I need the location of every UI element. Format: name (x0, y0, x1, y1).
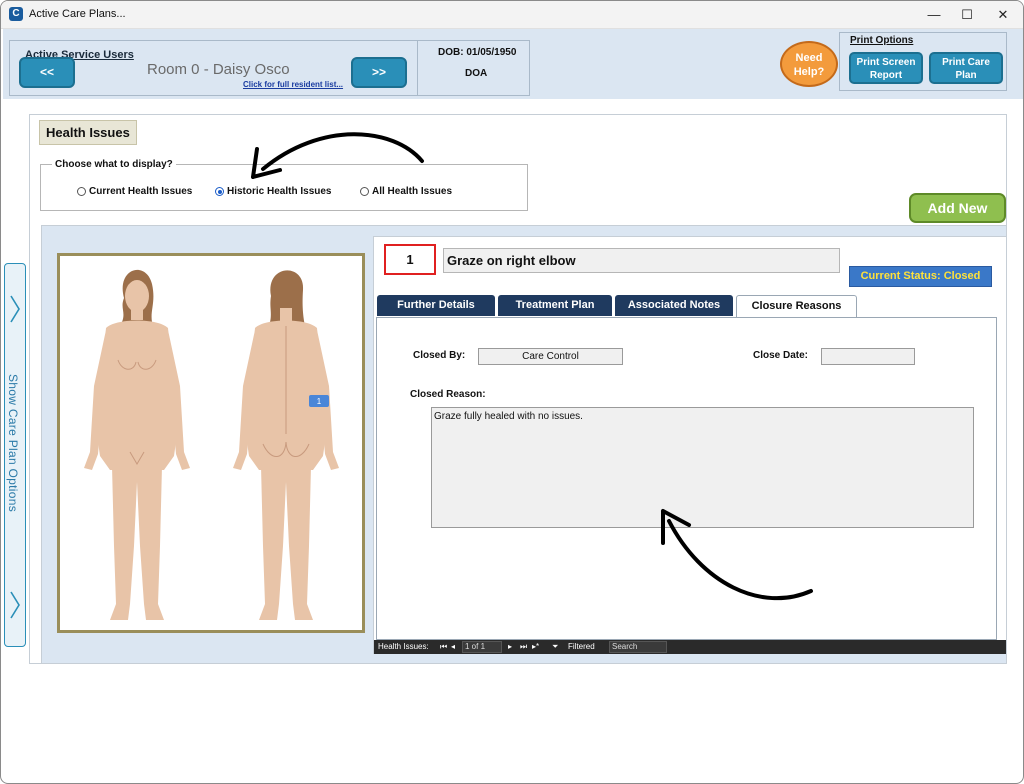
issue-marker-label: 1 (317, 397, 322, 406)
radio-current-health-issues[interactable]: Current Health Issues (77, 186, 192, 197)
closed-reason-label: Closed Reason: (410, 389, 486, 400)
closed-by-label: Closed By: (413, 350, 466, 361)
need-help-button[interactable]: Need Help? (780, 41, 838, 87)
closure-reasons-tab-content: Closed By: Care Control Close Date: Clos… (376, 317, 997, 640)
dob-panel: DOB: 01/05/1950 DOA (417, 41, 530, 95)
close-button[interactable]: ✕ (988, 5, 1018, 25)
help-line-1: Need (795, 52, 823, 64)
search-input[interactable]: Search (609, 641, 667, 653)
app-logo-icon: C (9, 7, 23, 21)
closed-reason-textarea[interactable]: Graze fully healed with no issues. (431, 407, 974, 528)
app-window: C Active Care Plans... — ☐ ✕ Active Serv… (0, 0, 1024, 784)
resident-name: Room 0 - Daisy Osco (147, 61, 290, 78)
print-options-panel: Print Options Print Screen Report Print … (839, 32, 1007, 91)
closed-by-field[interactable]: Care Control (478, 348, 623, 365)
show-care-plan-options-toggle[interactable]: Show Care Plan Options (4, 263, 26, 647)
next-record-icon[interactable]: ▸ (508, 642, 512, 651)
status-badge: Current Status: Closed (849, 266, 992, 287)
previous-resident-button[interactable]: << (19, 57, 75, 88)
record-navigation-bar: Health Issues: ⏮ ◂ 1 of 1 ▸ ⏭ ▸* ⏷ Filte… (374, 640, 1006, 654)
first-record-icon[interactable]: ⏮ (440, 642, 447, 652)
close-date-field[interactable] (821, 348, 915, 365)
filter-icon: ⏷ (552, 642, 559, 651)
chevron-right-icon (10, 591, 20, 619)
radio-label: Historic Health Issues (227, 186, 332, 197)
full-resident-list-link[interactable]: Click for full resident list... (243, 80, 343, 89)
print-care-plan-button[interactable]: Print Care Plan (929, 52, 1003, 84)
radio-button-icon (360, 187, 369, 196)
tab-further-details[interactable]: Further Details (377, 295, 495, 316)
body-map[interactable]: 1 (57, 253, 365, 633)
record-nav-label: Health Issues: (378, 642, 429, 651)
print-care-line-1: Print Care (942, 57, 990, 68)
previous-record-icon[interactable]: ◂ (451, 642, 455, 651)
maximize-button[interactable]: ☐ (952, 5, 982, 25)
tab-associated-notes[interactable]: Associated Notes (615, 295, 733, 316)
section-title: Health Issues (39, 120, 137, 145)
radio-button-icon (77, 187, 86, 196)
health-issue-content: 1 1 Graze on right elbow Current Status:… (41, 225, 1007, 664)
print-screen-line-1: Print Screen (856, 57, 916, 68)
print-care-line-2: Plan (955, 70, 977, 81)
print-screen-line-2: Report (869, 70, 903, 81)
new-record-icon[interactable]: ▸* (532, 642, 539, 651)
back-body-figure (233, 270, 339, 620)
help-line-2: Help? (793, 66, 825, 78)
close-date-label: Close Date: (753, 350, 809, 361)
record-position-field[interactable]: 1 of 1 (462, 641, 502, 653)
display-filter-label: Choose what to display? (52, 159, 176, 170)
title-bar: C Active Care Plans... — ☐ ✕ (1, 1, 1023, 29)
issue-number: 1 (384, 244, 436, 275)
radio-selected-icon (215, 187, 224, 196)
front-body-figure (84, 269, 190, 620)
radio-label: Current Health Issues (89, 186, 193, 197)
tab-closure-reasons[interactable]: Closure Reasons (736, 295, 857, 318)
issue-detail-panel: 1 Graze on right elbow Current Status: C… (373, 236, 1007, 654)
filter-status[interactable]: Filtered (568, 642, 595, 651)
doa-value: DOA (465, 68, 488, 79)
display-filter-group: Choose what to display? Current Health I… (40, 159, 528, 211)
next-resident-button[interactable]: >> (351, 57, 407, 88)
dob-value: DOB: 01/05/1950 (438, 47, 517, 58)
issue-title-field[interactable]: Graze on right elbow (443, 248, 840, 273)
add-new-button[interactable]: Add New (909, 193, 1006, 223)
last-record-icon[interactable]: ⏭ (520, 642, 527, 652)
tab-treatment-plan[interactable]: Treatment Plan (498, 295, 612, 316)
health-issues-panel: Health Issues Choose what to display? Cu… (29, 114, 1007, 664)
radio-all-health-issues[interactable]: All Health Issues (360, 186, 452, 197)
minimize-button[interactable]: — (919, 5, 949, 25)
radio-historic-health-issues[interactable]: Historic Health Issues (215, 186, 331, 197)
body-map-figures: 1 (84, 269, 339, 620)
resident-header: Active Service Users << Room 0 - Daisy O… (3, 29, 1023, 99)
active-service-users-panel: Active Service Users << Room 0 - Daisy O… (9, 40, 530, 96)
window-title: Active Care Plans... (29, 8, 126, 20)
print-options-label: Print Options (850, 35, 914, 46)
show-care-plan-options-label: Show Care Plan Options (6, 374, 20, 513)
print-screen-report-button[interactable]: Print Screen Report (849, 52, 923, 84)
radio-label: All Health Issues (372, 186, 453, 197)
chevron-right-icon (10, 295, 20, 323)
